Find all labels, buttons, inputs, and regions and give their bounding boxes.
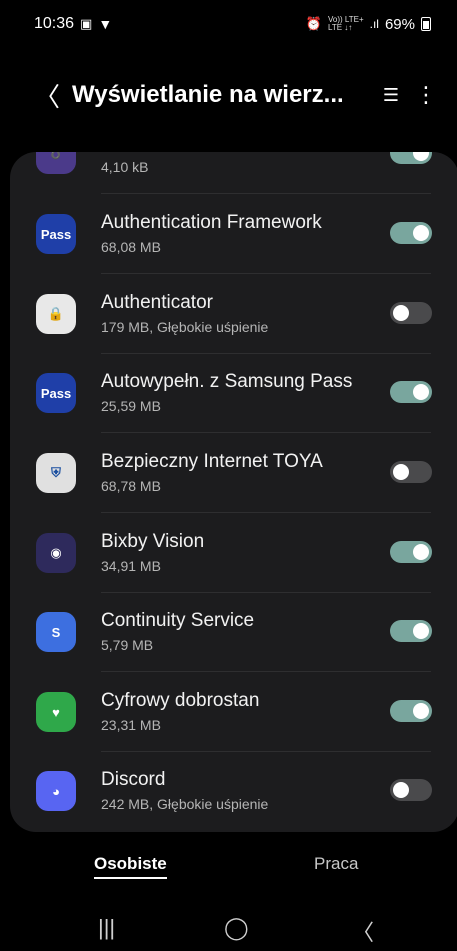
eye-icon: ◉ [36, 533, 76, 573]
app-size: 242 MB, Głębokie uśpienie [101, 796, 269, 812]
status-bar: 10:36 ▣ ▼ ⏰ Vo)) LTE+ LTE ↓↑ .ıl 69% [0, 0, 457, 48]
overlay-permission-toggle[interactable] [390, 222, 432, 244]
app-list[interactable]: ➰ 4,10 kB Pass Authentication Framework 68,0… [10, 152, 457, 832]
overlay-permission-toggle[interactable] [390, 381, 432, 403]
app-name: Bixby Vision [101, 531, 205, 552]
app-row[interactable]: ➰ 4,10 kB [10, 152, 457, 194]
signal-icon: .ıl [369, 17, 379, 31]
samsung-pass-icon: Pass [36, 373, 76, 413]
app-size: 179 MB, Głębokie uśpienie [101, 319, 269, 335]
app-row[interactable]: S Continuity Service 5,79 MB [10, 592, 457, 672]
app-name: Cyfrowy dobrostan [101, 690, 260, 711]
overlay-permission-toggle[interactable] [390, 779, 432, 801]
battery-icon [421, 17, 431, 31]
toggle-knob [393, 464, 409, 480]
app-name: Continuity Service [101, 610, 255, 631]
samsung-pass-icon: Pass [36, 214, 76, 254]
filter-search-icon[interactable]: ☰ [383, 85, 399, 106]
app-row[interactable]: 🔒 Authenticator 179 MB, Głębokie uśpienie [10, 274, 457, 354]
home-button[interactable]: ◯ [224, 915, 249, 941]
discord-icon: ◕ [36, 771, 76, 811]
recents-button[interactable]: ||| [98, 915, 115, 941]
continuity-icon: S [36, 612, 76, 652]
app-name: Bezpieczny Internet TOYA [101, 451, 323, 472]
app-header: 〈 Wyświetlanie na wierz... ☰ ⋮ [0, 60, 457, 130]
battery-percent: 69% [384, 15, 415, 33]
app-size: 23,31 MB [101, 717, 161, 733]
overlay-permission-toggle[interactable] [390, 302, 432, 324]
app-row[interactable]: ◕ Discord 242 MB, Głębokie uśpienie [10, 751, 457, 831]
swirl-icon: ➰ [36, 152, 76, 174]
app-name: Autowypełn. z Samsung Pass [101, 371, 353, 392]
app-size: 5,79 MB [101, 637, 154, 653]
app-size: 4,10 kB [101, 159, 149, 175]
tab-work[interactable]: Praca [314, 854, 358, 874]
toggle-knob [413, 152, 429, 161]
app-size: 25,59 MB [101, 398, 161, 414]
toggle-knob [413, 623, 429, 639]
toggle-knob [413, 225, 429, 241]
heart-icon: ♥ [36, 692, 76, 732]
clock: 10:36 [34, 15, 75, 32]
app-row[interactable]: Pass Autowypełn. z Samsung Pass 25,59 MB [10, 353, 457, 433]
overlay-permission-toggle[interactable] [390, 461, 432, 483]
toggle-knob [413, 384, 429, 400]
app-row[interactable]: Pass Authentication Framework 68,08 MB [10, 194, 457, 274]
app-name: Authenticator [101, 292, 213, 313]
tab-personal[interactable]: Osobiste [94, 854, 167, 879]
nav-back-button[interactable]: 〈 [352, 915, 374, 947]
wifi-icon: ▼ [98, 16, 113, 32]
app-row[interactable]: ◉ Bixby Vision 34,91 MB [10, 513, 457, 593]
app-row[interactable]: ♥ Cyfrowy dobrostan 23,31 MB [10, 672, 457, 752]
overlay-permission-toggle[interactable] [390, 541, 432, 563]
app-size: 68,08 MB [101, 239, 161, 255]
page-title: Wyświetlanie na wierz... [72, 81, 344, 108]
toggle-knob [393, 782, 409, 798]
app-size: 34,91 MB [101, 558, 161, 574]
overlay-permission-toggle[interactable] [390, 700, 432, 722]
toggle-knob [393, 305, 409, 321]
app-row[interactable]: ⛨ Bezpieczny Internet TOYA 68,78 MB [10, 433, 457, 513]
app-name: Authentication Framework [101, 212, 322, 233]
toggle-knob [413, 544, 429, 560]
gallery-icon: ▣ [80, 16, 93, 31]
app-name: Discord [101, 769, 166, 790]
authenticator-icon: 🔒 [36, 294, 76, 334]
overlay-permission-toggle[interactable] [390, 152, 432, 164]
shield-icon: ⛨ [36, 453, 76, 493]
profile-tabs: Osobiste Praca [0, 846, 457, 886]
overlay-permission-toggle[interactable] [390, 620, 432, 642]
alarm-icon: ⏰ [305, 16, 322, 31]
toggle-knob [413, 703, 429, 719]
network-sub-label: LTE ↓↑ [327, 23, 353, 32]
more-options-icon[interactable]: ⋮ [415, 82, 437, 108]
back-button[interactable]: 〈 [34, 77, 64, 114]
app-size: 68,78 MB [101, 478, 161, 494]
navigation-bar: ||| ◯ 〈 [0, 905, 457, 951]
